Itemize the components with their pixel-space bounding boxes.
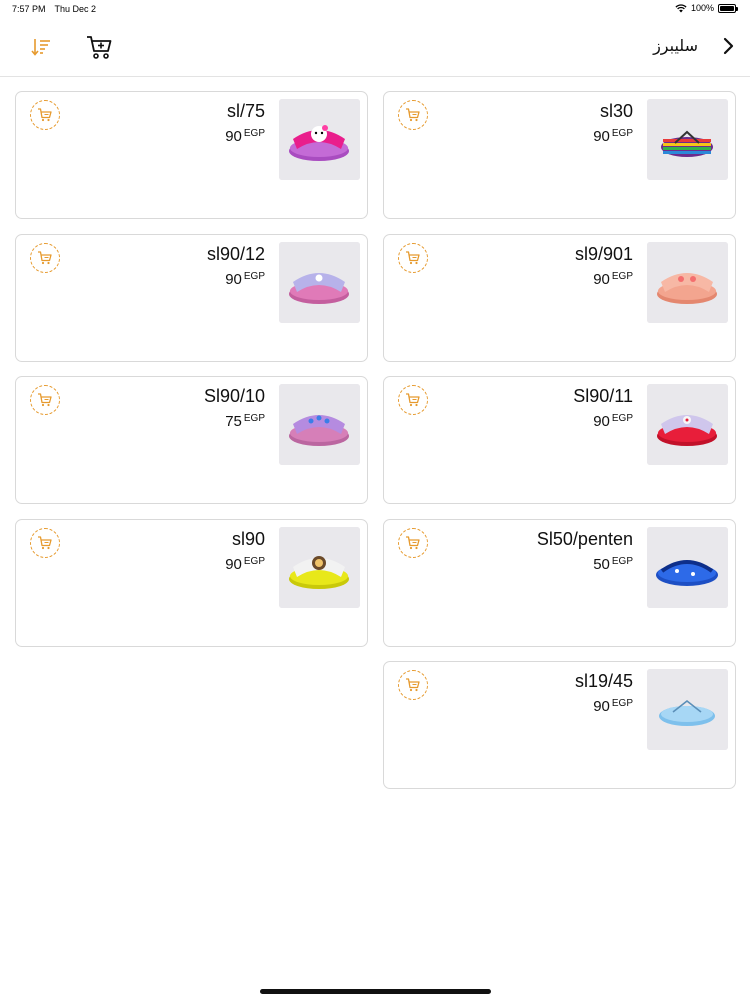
sandal-image <box>647 242 728 323</box>
product-card[interactable]: Sl50/penten 50 EGP <box>383 519 736 647</box>
price-currency: EGP <box>611 128 633 139</box>
add-to-cart-button[interactable] <box>30 243 60 273</box>
product-card[interactable]: Sl90/11 90 EGP <box>383 376 736 504</box>
product-price: 50 EGP <box>593 556 633 573</box>
product-price: 75 EGP <box>225 413 265 430</box>
product-name: Sl90/10 <box>203 386 265 406</box>
product-price: 90 EGP <box>593 128 633 145</box>
price-currency: EGP <box>243 271 265 282</box>
sandal-image <box>647 99 728 180</box>
product-image[interactable] <box>279 242 360 323</box>
product-name: sl19/45 <box>574 671 633 691</box>
cart-icon <box>38 251 52 265</box>
price-currency: EGP <box>243 128 265 139</box>
price-value: 50 <box>593 556 610 573</box>
add-to-cart-button[interactable] <box>398 528 428 558</box>
status-right: 100% <box>675 3 738 13</box>
add-to-cart-button[interactable] <box>30 528 60 558</box>
sandal-image <box>647 384 728 465</box>
price-currency: EGP <box>611 698 633 709</box>
product-price: 90 EGP <box>225 556 265 573</box>
product-name: sl/75 <box>226 101 265 121</box>
cart-icon <box>38 108 52 122</box>
price-value: 90 <box>225 128 242 145</box>
price-currency: EGP <box>611 556 633 567</box>
product-image[interactable] <box>279 99 360 180</box>
add-to-cart-button[interactable] <box>30 100 60 130</box>
price-value: 90 <box>225 556 242 573</box>
add-to-cart-button[interactable] <box>30 385 60 415</box>
product-price: 90 EGP <box>593 413 633 430</box>
product-card[interactable]: sl19/45 90 EGP <box>383 661 736 789</box>
cart-icon <box>406 393 420 407</box>
product-image[interactable] <box>647 99 728 180</box>
price-value: 75 <box>225 413 242 430</box>
product-name: sl30 <box>599 101 633 121</box>
product-card[interactable]: sl90 90 EGP <box>15 519 368 647</box>
price-currency: EGP <box>243 413 265 424</box>
product-image[interactable] <box>279 527 360 608</box>
navigation-bar: سليبرز <box>0 20 750 77</box>
sandal-image <box>279 242 360 323</box>
product-price: 90 EGP <box>593 698 633 715</box>
product-card[interactable]: sl90/12 90 EGP <box>15 234 368 362</box>
product-image[interactable] <box>279 384 360 465</box>
add-to-cart-button[interactable] <box>398 670 428 700</box>
product-card[interactable]: sl30 90 EGP <box>383 91 736 219</box>
price-currency: EGP <box>611 413 633 424</box>
wifi-icon <box>675 3 687 12</box>
status-date: Thu Dec 2 <box>54 4 97 14</box>
product-name: sl9/901 <box>574 244 633 264</box>
product-image[interactable] <box>647 527 728 608</box>
product-price: 90 EGP <box>225 128 265 145</box>
price-currency: EGP <box>243 556 265 567</box>
product-image[interactable] <box>647 669 728 750</box>
product-image[interactable] <box>647 384 728 465</box>
status-time: 7:57 PM <box>12 4 46 14</box>
price-value: 90 <box>593 271 610 288</box>
chevron-right-icon <box>723 37 734 55</box>
cart-icon <box>38 393 52 407</box>
cart-icon <box>406 108 420 122</box>
cart-icon <box>406 536 420 550</box>
sandal-image <box>647 669 728 750</box>
add-to-cart-button[interactable] <box>398 100 428 130</box>
status-bar: 7:57 PM Thu Dec 2 100% <box>0 0 750 20</box>
battery-icon <box>718 3 738 13</box>
back-button[interactable] <box>718 34 740 58</box>
page-title: سليبرز <box>653 38 698 55</box>
cart-button[interactable] <box>85 33 113 61</box>
battery-percent: 100% <box>690 3 714 13</box>
product-image[interactable] <box>647 242 728 323</box>
cart-icon <box>406 678 420 692</box>
price-currency: EGP <box>611 271 633 282</box>
sandal-image <box>279 99 360 180</box>
cart-add-icon <box>87 36 112 59</box>
price-value: 90 <box>225 271 242 288</box>
product-card[interactable]: sl/75 90 EGP <box>15 91 368 219</box>
product-name: Sl50/penten <box>536 529 633 549</box>
product-name: sl90 <box>231 529 265 549</box>
sort-icon <box>31 39 50 56</box>
sandal-image <box>647 527 728 608</box>
product-price: 90 EGP <box>593 271 633 288</box>
sandal-image <box>279 527 360 608</box>
cart-icon <box>406 251 420 265</box>
product-card[interactable]: sl9/901 90 EGP <box>383 234 736 362</box>
sort-button[interactable] <box>28 34 54 60</box>
home-indicator <box>260 989 491 994</box>
add-to-cart-button[interactable] <box>398 243 428 273</box>
product-price: 90 EGP <box>225 271 265 288</box>
status-left: 7:57 PM Thu Dec 2 <box>12 4 96 14</box>
price-value: 90 <box>593 698 610 715</box>
price-value: 90 <box>593 128 610 145</box>
price-value: 90 <box>593 413 610 430</box>
sandal-image <box>279 384 360 465</box>
product-card[interactable]: Sl90/10 75 EGP <box>15 376 368 504</box>
add-to-cart-button[interactable] <box>398 385 428 415</box>
product-name: Sl90/11 <box>573 386 633 406</box>
cart-icon <box>38 536 52 550</box>
product-name: sl90/12 <box>206 244 265 264</box>
